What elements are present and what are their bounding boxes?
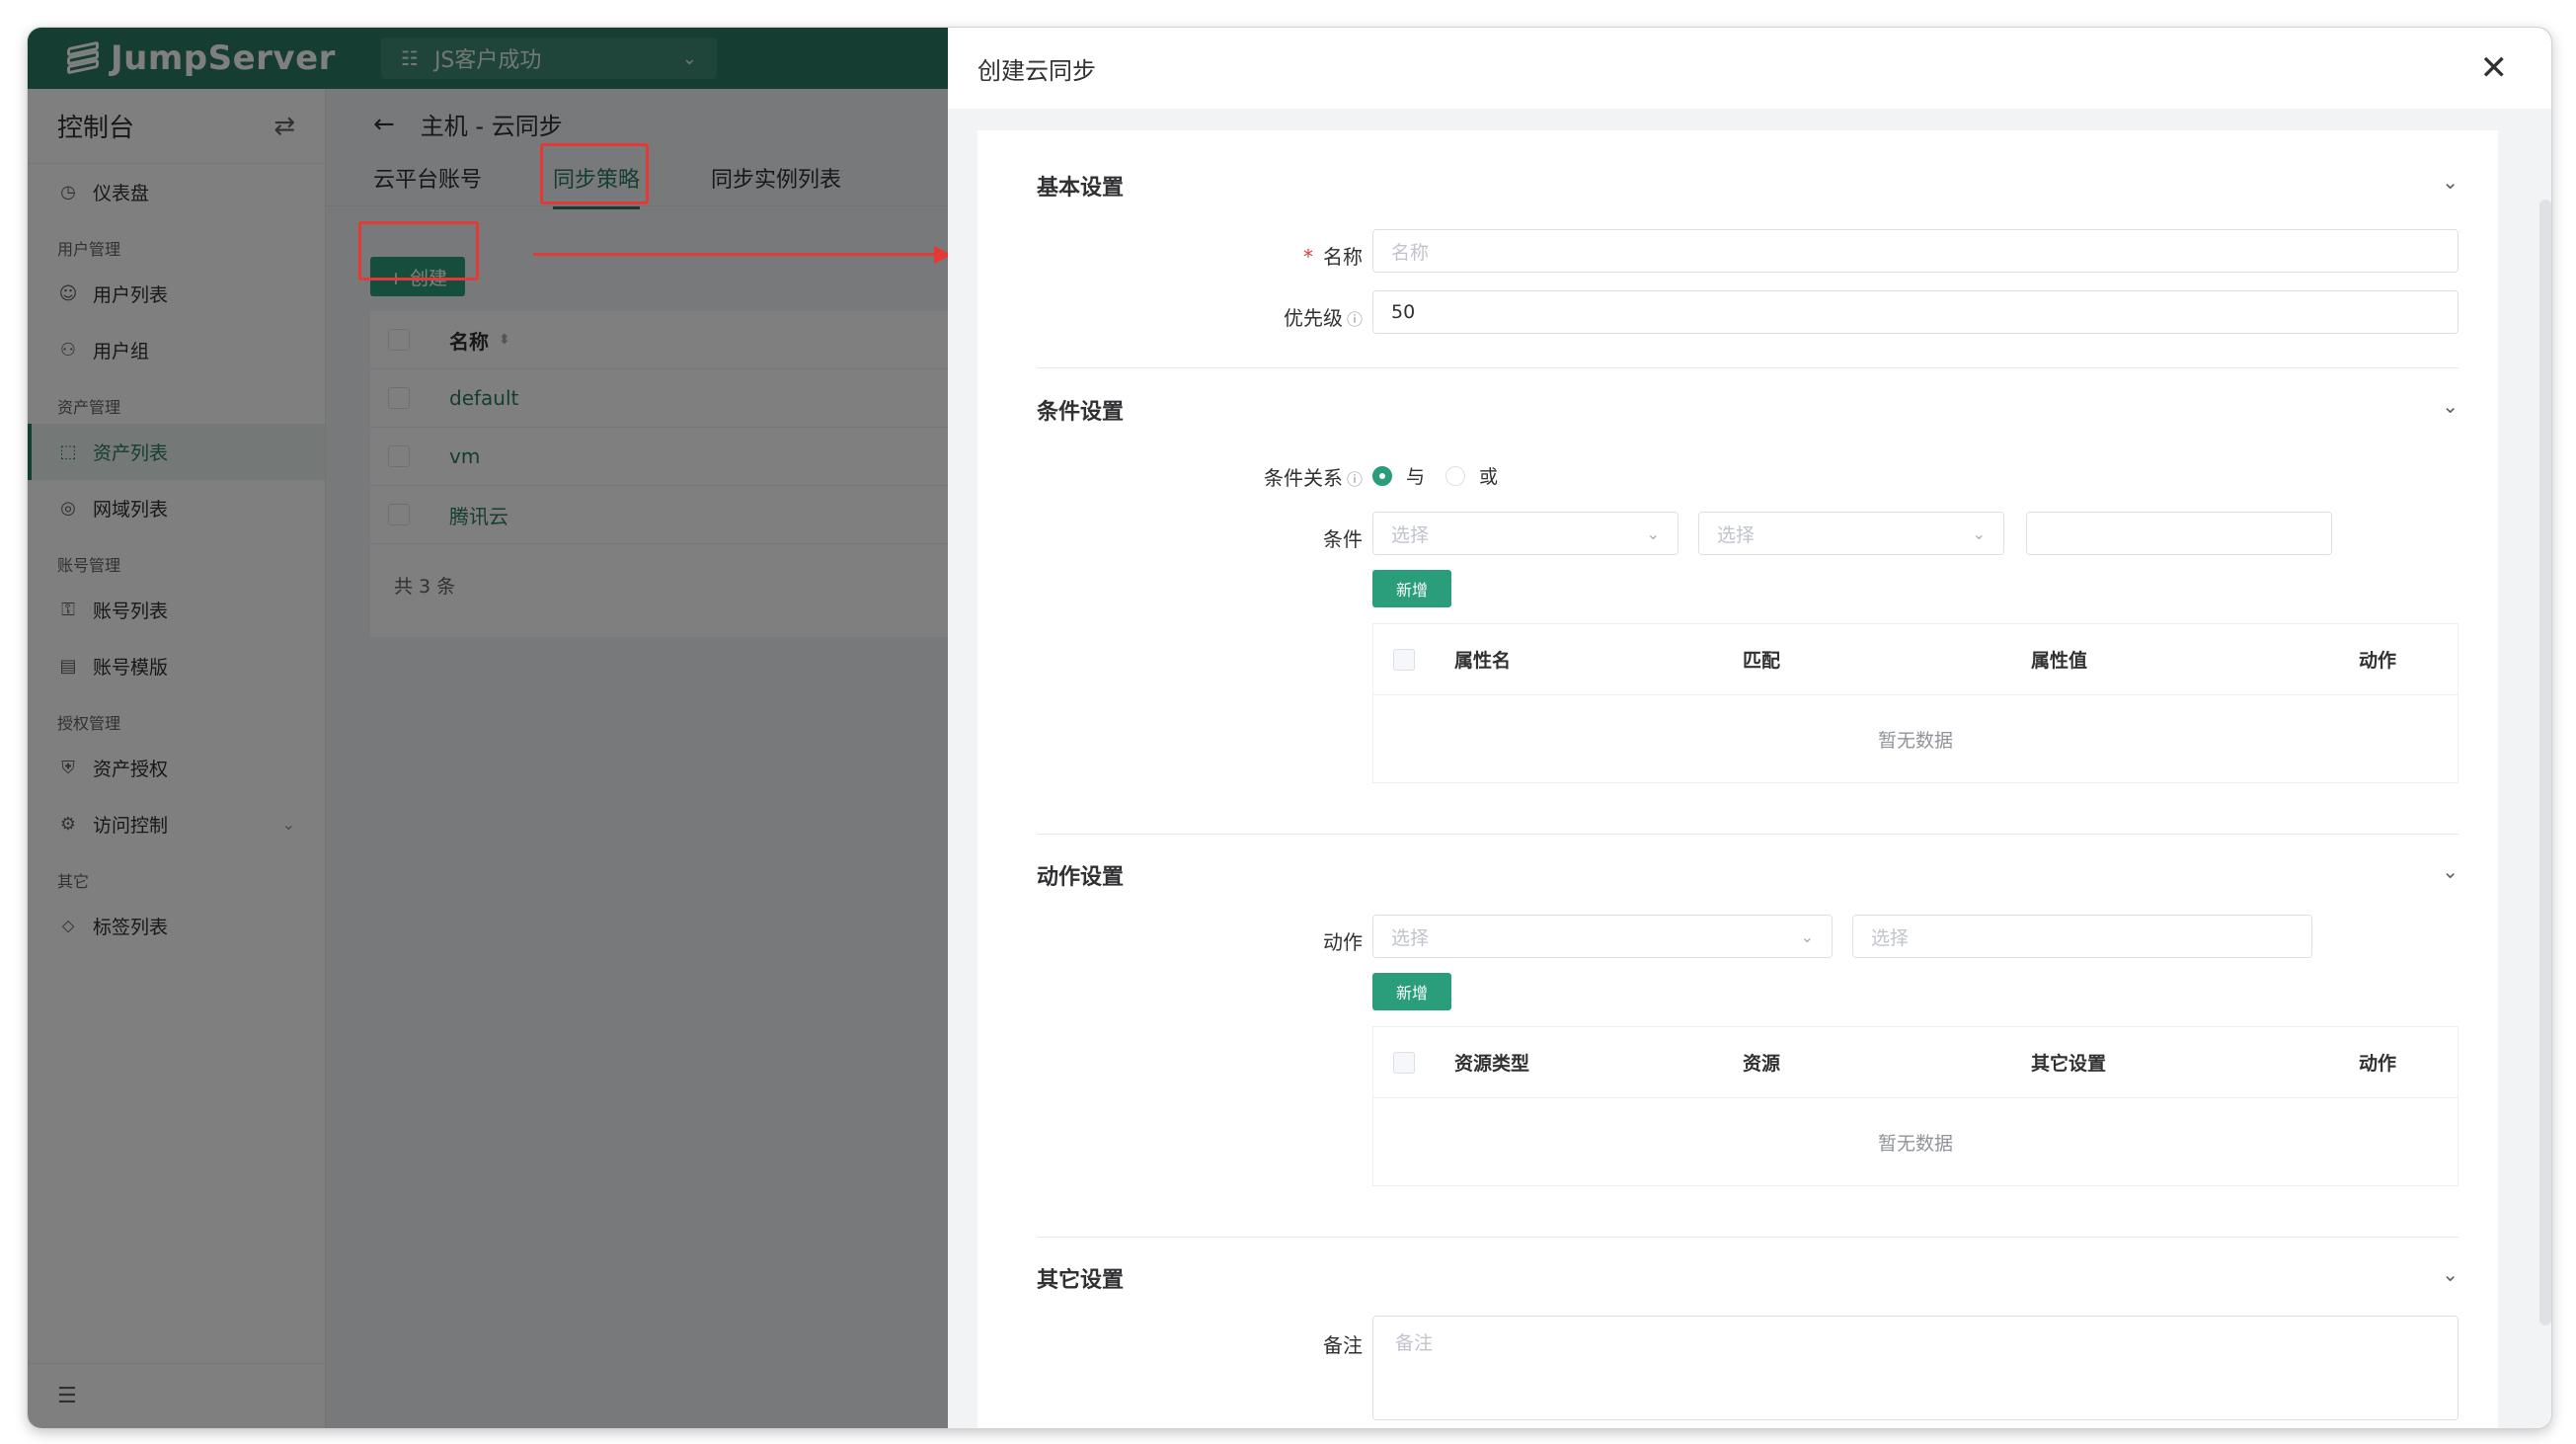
name-label: * 名称: [1303, 245, 1363, 269]
radio-dot-selected: [1372, 465, 1392, 486]
chevron-down-icon[interactable]: ⌄: [2442, 394, 2459, 418]
section-basic: 基本设置 ⌄: [1037, 170, 2459, 201]
priority-input[interactable]: 50: [1372, 290, 2459, 334]
annotation-arrow-line: [533, 253, 943, 256]
empty-state: 暂无数据: [1877, 1132, 1953, 1155]
form-card: 基本设置 ⌄ *名称 名称 优先级ⓘ 50 条件设置 ⌄ 条件关系ⓘ 与: [977, 130, 2498, 1428]
section-divider: [1037, 1237, 2459, 1238]
chevron-down-icon[interactable]: ⌄: [2442, 1262, 2459, 1286]
action-value-select[interactable]: 选择: [1852, 915, 2312, 958]
column-header: 匹配: [1743, 650, 1781, 672]
action-table: 资源类型 资源 其它设置 动作 暂无数据: [1372, 1026, 2459, 1186]
annotation-box-create: [358, 221, 479, 281]
annotation-box-tab: [540, 143, 649, 204]
column-header: 动作: [2359, 1053, 2397, 1075]
condition-match-select[interactable]: 选择 ⌄: [1698, 512, 2004, 555]
help-icon: ⓘ: [1346, 310, 1363, 329]
select-all-checkbox[interactable]: [1393, 1051, 1415, 1074]
section-title: 条件设置: [1037, 400, 1125, 425]
name-input[interactable]: 名称: [1372, 229, 2459, 273]
chevron-down-icon: ⌄: [1972, 523, 1986, 543]
column-header: 资源类型: [1454, 1053, 1530, 1075]
radio-and[interactable]: 与: [1372, 462, 1425, 489]
radio-dot: [1445, 465, 1465, 486]
condition-relation-label: 条件关系 ⓘ: [1263, 466, 1363, 490]
drawer-title: 创建云同步: [977, 56, 1096, 85]
drawer-header: 创建云同步 ✕: [948, 28, 2551, 109]
chevron-down-icon[interactable]: ⌄: [2442, 170, 2459, 194]
add-condition-button[interactable]: 新增: [1372, 570, 1451, 607]
create-cloud-sync-drawer: 创建云同步 ✕ 基本设置 ⌄ * 名称 名称 优先级 ⓘ 50 条件设置 ⌄ 条…: [948, 28, 2551, 1428]
chevron-down-icon[interactable]: ⌄: [2442, 859, 2459, 883]
action-label: 动作: [1323, 930, 1363, 954]
condition-label: 条件: [1323, 527, 1363, 551]
column-header: 资源: [1743, 1053, 1781, 1075]
close-icon[interactable]: ✕: [2480, 48, 2509, 88]
add-action-button[interactable]: 新增: [1372, 973, 1451, 1010]
modal-overlay[interactable]: [28, 28, 976, 1428]
app-window: JumpServer ☷ JS客户成功 ⌄ 控制台 ⇄ ◷仪表盘用户管理☺用户列…: [28, 28, 2551, 1428]
comment-label: 备注: [1323, 1333, 1363, 1357]
condition-table: 属性名 匹配 属性值 动作 暂无数据: [1372, 623, 2459, 783]
section-condition: 条件设置 ⌄: [1037, 394, 2459, 426]
drawer-body: 基本设置 ⌄ *名称 名称 优先级ⓘ 50 条件设置 ⌄ 条件关系ⓘ 与: [948, 109, 2551, 1428]
drawer-scrollbar[interactable]: [2539, 200, 2551, 1325]
column-header: 属性名: [1454, 650, 1512, 672]
section-divider: [1037, 834, 2459, 835]
help-icon: ⓘ: [1346, 470, 1363, 489]
section-title: 动作设置: [1037, 865, 1125, 890]
select-all-checkbox[interactable]: [1393, 648, 1415, 671]
column-header: 其它设置: [2031, 1053, 2107, 1075]
section-title: 其它设置: [1037, 1268, 1125, 1293]
column-header: 属性值: [2031, 650, 2088, 672]
section-title: 基本设置: [1037, 176, 1125, 201]
section-other: 其它设置 ⌄: [1037, 1262, 2459, 1294]
chevron-down-icon: ⌄: [1800, 926, 1814, 946]
action-type-select[interactable]: 选择 ⌄: [1372, 915, 1833, 958]
table-header: 资源类型 资源 其它设置 动作: [1373, 1027, 2458, 1098]
radio-or[interactable]: 或: [1445, 462, 1498, 489]
table-header: 属性名 匹配 属性值 动作: [1373, 624, 2458, 695]
priority-label: 优先级 ⓘ: [1283, 306, 1363, 330]
chevron-down-icon: ⌄: [1646, 523, 1660, 543]
condition-value-input[interactable]: [2026, 512, 2332, 555]
empty-state: 暂无数据: [1877, 729, 1953, 752]
condition-attr-select[interactable]: 选择 ⌄: [1372, 512, 1678, 555]
section-action: 动作设置 ⌄: [1037, 859, 2459, 891]
column-header: 动作: [2359, 650, 2397, 672]
section-divider: [1037, 367, 2459, 368]
comment-textarea[interactable]: 备注: [1372, 1316, 2459, 1420]
